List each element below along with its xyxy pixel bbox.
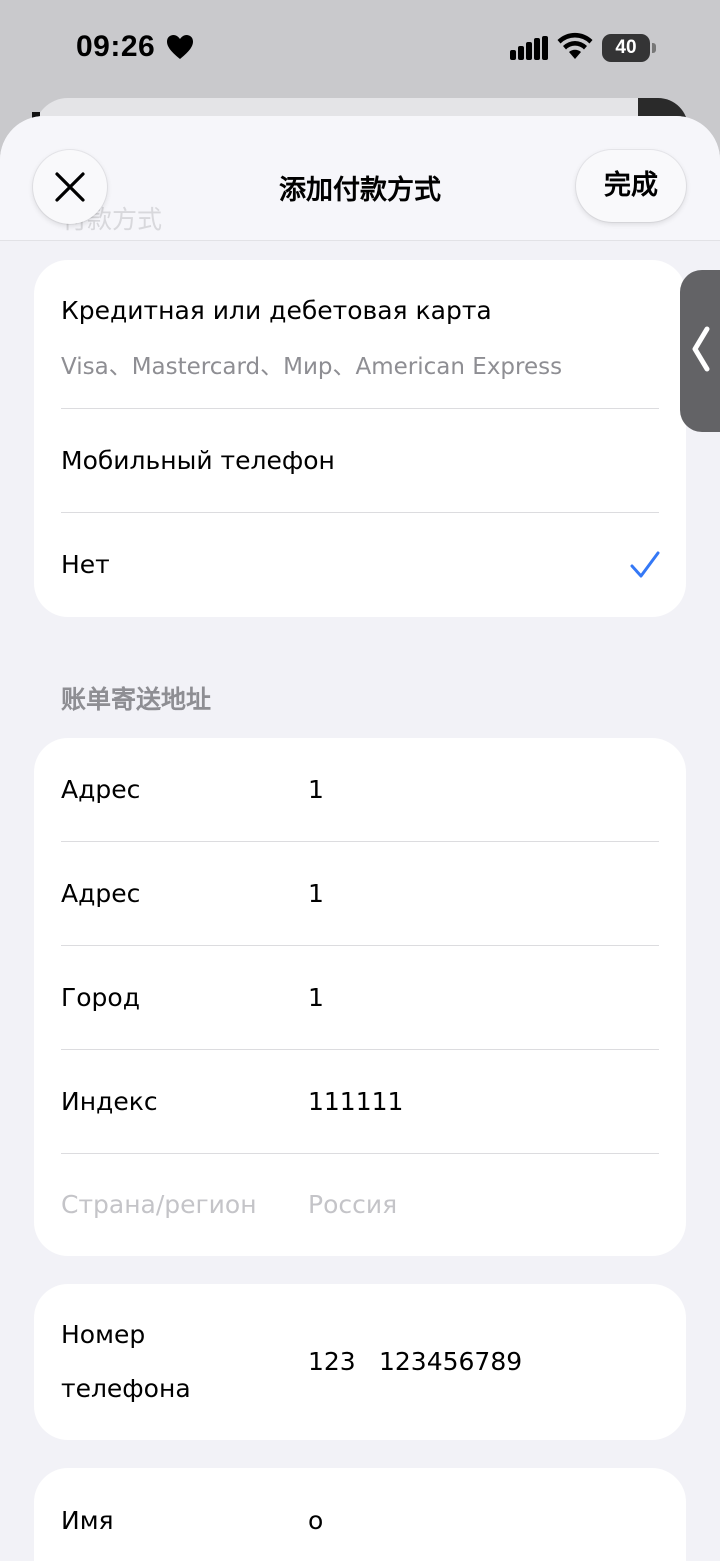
sheet-header: 付款方式 添加付款方式 完成: [0, 116, 720, 241]
divider: [61, 1153, 659, 1154]
payment-option-subtitle: Visa、Mastercard、Мир、American Express: [61, 354, 563, 380]
add-payment-sheet: 付款方式 添加付款方式 完成 Кредитная или дебетовая к…: [0, 116, 720, 1561]
country-region-value: Россия: [308, 1190, 398, 1219]
cellular-signal-icon: [510, 36, 548, 60]
field-label: Индекс: [61, 1087, 158, 1116]
phone-card: Номер телефона 123 123456789: [34, 1284, 686, 1440]
city-field[interactable]: [61, 946, 659, 1049]
payment-option-title: Кредитная или дебетовая карта: [61, 296, 492, 325]
field-value[interactable]: 111111: [308, 1087, 403, 1116]
status-bar: 09:26 40: [0, 0, 720, 98]
wifi-icon: [557, 32, 593, 59]
payment-option-title: Мобильный телефон: [61, 446, 335, 475]
battery-icon: 40: [602, 34, 658, 62]
done-button[interactable]: 完成: [576, 150, 686, 222]
field-value[interactable]: 1: [308, 983, 324, 1012]
field-value[interactable]: 1: [308, 775, 324, 804]
status-time: 09:26: [76, 30, 156, 63]
field-label: Адрес: [61, 775, 141, 804]
billing-section-header: 账单寄送地址: [61, 685, 212, 714]
phone-label-line1: Номер: [61, 1320, 146, 1349]
address-line2-field[interactable]: [61, 842, 659, 945]
field-label: Страна/регион: [61, 1190, 257, 1219]
address-line1-field[interactable]: [61, 738, 659, 841]
phone-label-line2: телефона: [61, 1374, 191, 1403]
billing-address-card: Адрес 1 Адрес 1 Город 1 Индекс 111111 Ст…: [34, 738, 686, 1256]
field-label: Адрес: [61, 879, 141, 908]
payment-option-mobile[interactable]: Мобильный телефон: [61, 409, 659, 512]
payment-option-card[interactable]: Кредитная или дебетовая карта Visa、Maste…: [61, 260, 659, 408]
battery-level: 40: [615, 37, 637, 58]
field-label: Имя: [61, 1506, 114, 1535]
payment-methods-card: Кредитная или дебетовая карта Visa、Maste…: [34, 260, 686, 617]
field-value[interactable]: 1: [308, 879, 324, 908]
payment-option-title: Нет: [61, 550, 110, 579]
field-label: Город: [61, 983, 140, 1012]
checkmark-icon: [630, 551, 660, 578]
phone-code-input[interactable]: 123: [308, 1347, 356, 1376]
heart-icon: [167, 35, 193, 59]
phone-number-input[interactable]: 123456789: [379, 1347, 522, 1376]
name-input[interactable]: о: [308, 1506, 323, 1535]
chevron-left-icon: [692, 326, 710, 372]
name-card: Имя о: [34, 1468, 686, 1561]
payment-option-none[interactable]: Нет: [61, 513, 659, 617]
side-panel-handle[interactable]: [680, 270, 720, 432]
